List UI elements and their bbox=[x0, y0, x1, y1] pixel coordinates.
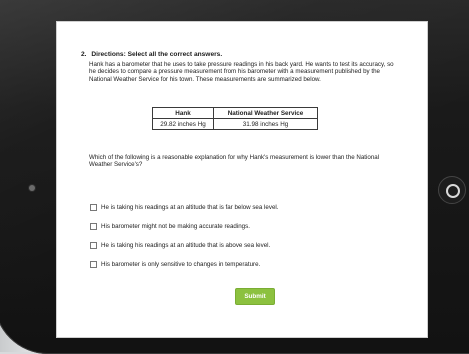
home-ring-icon bbox=[446, 184, 460, 198]
question-header: 2. Directions: Select all the correct an… bbox=[81, 51, 222, 58]
answer-choice-label: His barometer is only sensitive to chang… bbox=[101, 261, 261, 268]
checkbox[interactable] bbox=[90, 204, 97, 211]
table-cell: 31.98 inches Hg bbox=[213, 118, 318, 130]
table-header: Hank bbox=[152, 107, 214, 119]
home-button[interactable] bbox=[438, 176, 466, 204]
tablet-screen: 2. Directions: Select all the correct an… bbox=[56, 21, 428, 338]
table-cell: 29.82 inches Hg bbox=[152, 118, 214, 130]
answer-choice[interactable]: His barometer might not be making accura… bbox=[90, 223, 250, 230]
answer-choice[interactable]: He is taking his readings at an altitude… bbox=[90, 204, 278, 211]
checkbox[interactable] bbox=[90, 261, 97, 268]
measurement-table: Hank National Weather Service 29.82 inch… bbox=[152, 107, 318, 130]
answer-choice[interactable]: He is taking his readings at an altitude… bbox=[90, 242, 270, 249]
answer-choice-label: He is taking his readings at an altitude… bbox=[101, 204, 279, 211]
table-header: National Weather Service bbox=[213, 107, 318, 119]
question-passage: Hank has a barometer that he uses to tak… bbox=[89, 61, 394, 83]
camera-icon bbox=[29, 185, 35, 191]
answer-choice-label: His barometer might not be making accura… bbox=[101, 223, 250, 230]
answer-choice-label: He is taking his readings at an altitude… bbox=[101, 242, 271, 249]
checkbox[interactable] bbox=[90, 223, 97, 230]
submit-button[interactable]: Submit bbox=[235, 288, 275, 305]
table-row: 29.82 inches Hg 31.98 inches Hg bbox=[152, 118, 318, 130]
question-prompt: Which of the following is a reasonable e… bbox=[89, 154, 380, 169]
answer-choice[interactable]: His barometer is only sensitive to chang… bbox=[90, 261, 260, 268]
checkbox[interactable] bbox=[90, 242, 97, 249]
table-header-row: Hank National Weather Service bbox=[152, 107, 318, 119]
question-directions: Directions: Select all the correct answe… bbox=[91, 51, 223, 58]
question-number: 2. bbox=[81, 51, 87, 58]
